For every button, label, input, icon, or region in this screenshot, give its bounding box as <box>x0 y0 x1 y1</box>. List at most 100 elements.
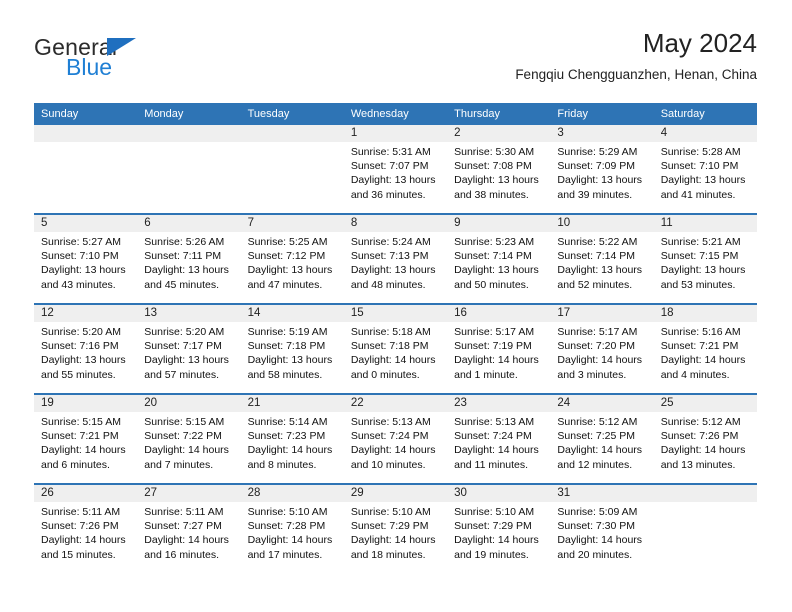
calendar-day-cell[interactable]: 21 Sunrise: 5:14 AM Sunset: 7:23 PM Dayligh… <box>240 395 344 483</box>
day-number: 21 <box>240 395 344 412</box>
day-detail-line: Daylight: 14 hours <box>247 444 333 457</box>
day-detail-line: Sunrise: 5:24 AM <box>350 236 431 248</box>
calendar-day-cell[interactable]: 3 Sunrise: 5:29 AM Sunset: 7:09 PM Daylight… <box>550 125 654 213</box>
day-detail-line: Sunrise: 5:15 AM <box>144 416 225 428</box>
calendar-week-row: 5 Sunrise: 5:27 AM Sunset: 7:10 PM Daylight… <box>34 213 757 303</box>
day-details: Sunrise: 5:13 AM Sunset: 7:24 PM Daylight:… <box>344 412 447 472</box>
calendar-day-cell[interactable]: 14 Sunrise: 5:19 AM Sunset: 7:18 PM Dayligh… <box>240 305 344 393</box>
day-detail-line: Daylight: 14 hours <box>557 534 643 547</box>
calendar-day-cell[interactable]: 10 Sunrise: 5:22 AM Sunset: 7:14 PM Dayligh… <box>550 215 654 303</box>
day-detail-line: Sunset: 7:15 PM <box>660 250 739 263</box>
day-detail-line: Daylight: 14 hours <box>557 444 643 457</box>
day-number: 9 <box>447 215 551 232</box>
calendar-day-cell[interactable]: 28 Sunrise: 5:10 AM Sunset: 7:28 PM Dayligh… <box>240 485 344 573</box>
calendar-day-cell[interactable]: 2 Sunrise: 5:30 AM Sunset: 7:08 PM Daylight… <box>447 125 551 213</box>
day-detail-line: Daylight: 14 hours <box>144 444 229 457</box>
calendar-day-cell[interactable]: 25 Sunrise: 5:12 AM Sunset: 7:26 PM Dayligh… <box>653 395 757 483</box>
day-detail-line: Daylight: 13 hours <box>557 174 643 187</box>
day-detail-line: Daylight: 13 hours <box>41 264 126 277</box>
day-detail-line: and 45 minutes. <box>144 278 219 291</box>
day-number: 3 <box>550 125 654 142</box>
day-detail-line: and 11 minutes. <box>454 458 529 471</box>
logo-text-blue: Blue <box>66 54 113 80</box>
day-detail-line: Sunset: 7:19 PM <box>454 340 532 353</box>
day-number: 2 <box>447 125 551 142</box>
day-detail-line: and 52 minutes. <box>557 278 633 291</box>
calendar-day-cell[interactable]: 4 Sunrise: 5:28 AM Sunset: 7:10 PM Daylight… <box>653 125 757 213</box>
calendar-day-cell[interactable]: 31 Sunrise: 5:09 AM Sunset: 7:30 PM Dayligh… <box>550 485 654 573</box>
day-detail-line: Sunset: 7:18 PM <box>350 340 429 353</box>
day-detail-line: Sunset: 7:07 PM <box>350 160 429 173</box>
day-details: Sunrise: 5:10 AM Sunset: 7:28 PM Daylight:… <box>241 502 344 562</box>
day-detail-line: Sunset: 7:26 PM <box>660 430 739 443</box>
day-details: Sunrise: 5:19 AM Sunset: 7:18 PM Daylight:… <box>241 322 344 382</box>
calendar-day-cell[interactable]: 19 Sunrise: 5:15 AM Sunset: 7:21 PM Dayligh… <box>34 395 138 483</box>
day-number: 7 <box>240 215 344 232</box>
day-detail-line: and 1 minute. <box>454 368 518 381</box>
calendar-weeks: 1 Sunrise: 5:31 AM Sunset: 7:07 PM Daylight… <box>34 125 757 573</box>
day-number: 5 <box>34 215 138 232</box>
day-details: Sunrise: 5:16 AM Sunset: 7:21 PM Daylight:… <box>654 322 757 382</box>
calendar-day-cell[interactable]: 11 Sunrise: 5:21 AM Sunset: 7:15 PM Dayligh… <box>653 215 757 303</box>
day-detail-line: Sunrise: 5:18 AM <box>350 326 431 338</box>
day-detail-line: Sunrise: 5:21 AM <box>660 236 741 248</box>
day-detail-line: Sunrise: 5:20 AM <box>144 326 225 338</box>
day-detail-line: Sunrise: 5:09 AM <box>557 506 638 518</box>
day-detail-line: and 48 minutes. <box>350 278 426 291</box>
day-detail-line: Sunset: 7:27 PM <box>144 520 222 533</box>
day-detail-line: Sunset: 7:21 PM <box>660 340 739 353</box>
day-detail-line: Daylight: 14 hours <box>454 534 539 547</box>
day-number: 22 <box>343 395 448 412</box>
day-number: 6 <box>137 215 241 232</box>
day-detail-line: Sunrise: 5:13 AM <box>454 416 535 428</box>
day-detail-line: and 50 minutes. <box>454 278 529 291</box>
calendar-day-cell-empty <box>34 125 138 213</box>
calendar-day-cell[interactable]: 13 Sunrise: 5:20 AM Sunset: 7:17 PM Dayligh… <box>137 305 241 393</box>
calendar-day-cell[interactable]: 18 Sunrise: 5:16 AM Sunset: 7:21 PM Dayligh… <box>653 305 757 393</box>
day-detail-line: Sunrise: 5:27 AM <box>41 236 121 248</box>
calendar-day-cell[interactable]: 30 Sunrise: 5:10 AM Sunset: 7:29 PM Dayligh… <box>447 485 551 573</box>
calendar-day-cell[interactable]: 17 Sunrise: 5:17 AM Sunset: 7:20 PM Dayligh… <box>550 305 654 393</box>
calendar-day-cell[interactable]: 1 Sunrise: 5:31 AM Sunset: 7:07 PM Daylight… <box>343 125 448 213</box>
day-details: Sunrise: 5:26 AM Sunset: 7:11 PM Daylight:… <box>137 232 240 292</box>
day-detail-line: Sunset: 7:24 PM <box>350 430 429 443</box>
calendar-day-cell[interactable]: 6 Sunrise: 5:26 AM Sunset: 7:11 PM Daylight… <box>137 215 241 303</box>
calendar-day-cell[interactable]: 23 Sunrise: 5:13 AM Sunset: 7:24 PM Dayligh… <box>447 395 551 483</box>
calendar-day-cell[interactable]: 15 Sunrise: 5:18 AM Sunset: 7:18 PM Dayligh… <box>343 305 448 393</box>
day-number: 16 <box>447 305 551 322</box>
day-number <box>240 125 344 142</box>
calendar-day-cell[interactable]: 12 Sunrise: 5:20 AM Sunset: 7:16 PM Dayligh… <box>34 305 138 393</box>
calendar-day-cell[interactable]: 9 Sunrise: 5:23 AM Sunset: 7:14 PM Daylight… <box>447 215 551 303</box>
day-detail-line: Sunrise: 5:14 AM <box>247 416 328 428</box>
day-detail-line: Sunset: 7:29 PM <box>454 520 532 533</box>
day-details: Sunrise: 5:20 AM Sunset: 7:17 PM Daylight:… <box>137 322 240 382</box>
calendar-day-cell[interactable]: 29 Sunrise: 5:10 AM Sunset: 7:29 PM Dayligh… <box>343 485 448 573</box>
day-detail-line: Daylight: 14 hours <box>557 354 643 367</box>
day-detail-line: Sunset: 7:12 PM <box>247 250 326 263</box>
day-detail-line: Sunrise: 5:10 AM <box>350 506 431 518</box>
day-number: 24 <box>550 395 654 412</box>
calendar-day-cell[interactable]: 27 Sunrise: 5:11 AM Sunset: 7:27 PM Dayligh… <box>137 485 241 573</box>
day-detail-line: Sunset: 7:24 PM <box>454 430 532 443</box>
calendar-day-cell[interactable]: 7 Sunrise: 5:25 AM Sunset: 7:12 PM Daylight… <box>240 215 344 303</box>
day-detail-line: and 55 minutes. <box>41 368 116 381</box>
calendar-day-cell[interactable]: 8 Sunrise: 5:24 AM Sunset: 7:13 PM Daylight… <box>343 215 448 303</box>
weekday-header-tuesday: Tuesday <box>247 108 290 120</box>
day-details: Sunrise: 5:10 AM Sunset: 7:29 PM Daylight:… <box>344 502 447 562</box>
day-detail-line: and 7 minutes. <box>144 458 214 471</box>
calendar-day-cell[interactable]: 26 Sunrise: 5:11 AM Sunset: 7:26 PM Dayligh… <box>34 485 138 573</box>
calendar-day-cell[interactable]: 5 Sunrise: 5:27 AM Sunset: 7:10 PM Daylight… <box>34 215 138 303</box>
calendar-day-cell[interactable]: 20 Sunrise: 5:15 AM Sunset: 7:22 PM Dayligh… <box>137 395 241 483</box>
calendar-day-cell[interactable]: 16 Sunrise: 5:17 AM Sunset: 7:19 PM Dayligh… <box>447 305 551 393</box>
day-detail-line: Sunrise: 5:17 AM <box>557 326 638 338</box>
day-details: Sunrise: 5:22 AM Sunset: 7:14 PM Daylight:… <box>550 232 653 292</box>
calendar-day-cell[interactable]: 24 Sunrise: 5:12 AM Sunset: 7:25 PM Dayligh… <box>550 395 654 483</box>
calendar-day-cell[interactable]: 22 Sunrise: 5:13 AM Sunset: 7:24 PM Dayligh… <box>343 395 448 483</box>
day-detail-line: Sunset: 7:11 PM <box>144 250 222 263</box>
day-details: Sunrise: 5:21 AM Sunset: 7:15 PM Daylight:… <box>654 232 757 292</box>
day-detail-line: Sunrise: 5:28 AM <box>660 146 741 158</box>
day-detail-line: Daylight: 14 hours <box>350 534 436 547</box>
day-detail-line: and 57 minutes. <box>144 368 219 381</box>
general-blue-logo[interactable]: General Blue <box>34 36 214 92</box>
weekday-header-sunday: Sunday <box>41 108 79 120</box>
